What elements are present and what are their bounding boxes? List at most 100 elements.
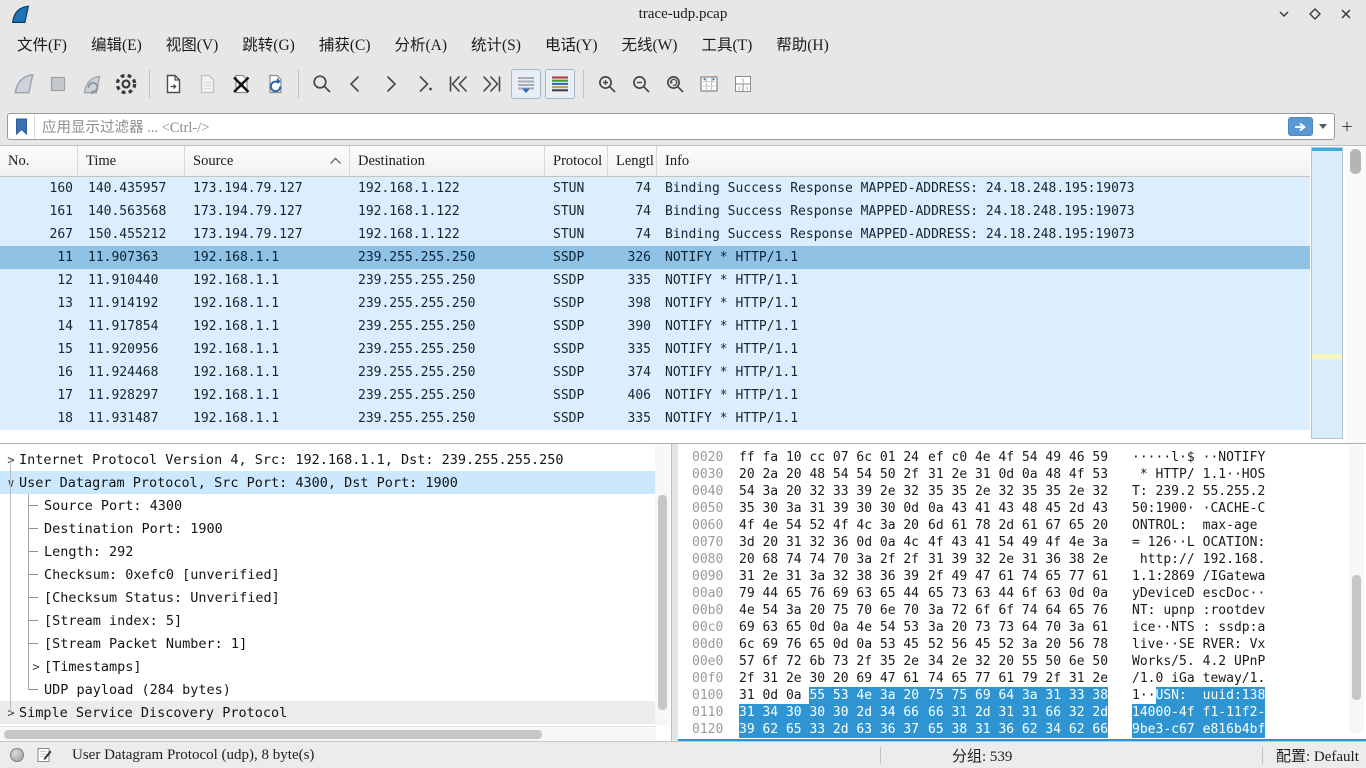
packet-row[interactable]: 1111.907363192.168.1.1239.255.255.250SSD… <box>0 246 1310 269</box>
hex-row[interactable]: 004054 3a 20 32 33 39 2e 3235 35 2e 32 3… <box>678 483 1366 500</box>
detail-row[interactable]: [Stream Packet Number: 1] <box>0 632 656 655</box>
minimize-icon[interactable] <box>1276 7 1292 21</box>
filter-bookmark-icon[interactable] <box>8 114 35 139</box>
detail-row[interactable]: ∨User Datagram Protocol, Src Port: 4300,… <box>0 471 656 494</box>
packet-row[interactable]: 1711.928297192.168.1.1239.255.255.250SSD… <box>0 384 1310 407</box>
packet-row[interactable]: 160140.435957173.194.79.127192.168.1.122… <box>0 177 1310 200</box>
expander-right-icon[interactable]: > <box>28 660 44 674</box>
expander-right-icon[interactable]: > <box>3 453 19 467</box>
menu-item[interactable]: 视图(V) <box>154 30 231 58</box>
packet-row[interactable]: 1211.910440192.168.1.1239.255.255.250SSD… <box>0 269 1310 292</box>
hex-row[interactable]: 00703d 20 31 32 36 0d 0a 4c4f 43 41 54 4… <box>678 534 1366 551</box>
details-horizontal-scrollbar-thumb[interactable] <box>4 730 542 739</box>
packet-list-vertical-scrollbar-thumb[interactable] <box>1350 149 1361 174</box>
hex-row[interactable]: 00d06c 69 76 65 0d 0a 53 4552 56 45 52 3… <box>678 636 1366 653</box>
hex-row[interactable]: 005035 30 3a 31 39 30 30 0d0a 43 41 43 4… <box>678 500 1366 517</box>
zoom-out-button[interactable] <box>626 69 656 99</box>
go-forward-button[interactable] <box>375 69 405 99</box>
detail-row[interactable]: >Internet Protocol Version 4, Src: 192.1… <box>0 448 656 471</box>
status-packet-count[interactable]: 分组: 539 <box>952 745 1012 766</box>
hex-row[interactable]: 00a079 44 65 76 69 63 65 4465 73 63 44 6… <box>678 585 1366 602</box>
expander-right-icon[interactable]: > <box>3 706 19 720</box>
close-file-button[interactable] <box>226 69 256 99</box>
hex-row[interactable]: 008020 68 74 74 70 3a 2f 2f31 39 32 2e 3… <box>678 551 1366 568</box>
hex-row[interactable]: 003020 2a 20 48 54 54 50 2f31 2e 31 0d 0… <box>678 466 1366 483</box>
column-header-no[interactable]: No. <box>0 146 78 176</box>
status-profile[interactable]: 配置: Default <box>1276 745 1359 766</box>
resize-columns-button[interactable] <box>694 69 724 99</box>
hex-row[interactable]: 012039 62 65 33 2d 63 36 3765 38 31 36 6… <box>678 721 1366 738</box>
first-packet-button[interactable] <box>443 69 473 99</box>
hex-row[interactable]: 00604f 4e 54 52 4f 4c 3a 206d 61 78 2d 6… <box>678 517 1366 534</box>
hex-row[interactable]: 010031 0d 0a 55 53 4e 3a 2075 75 69 64 3… <box>678 687 1366 704</box>
hex-row[interactable]: 011031 34 30 30 30 2d 34 6666 31 2d 31 3… <box>678 704 1366 721</box>
open-file-button[interactable] <box>158 69 188 99</box>
packet-row[interactable]: 1611.924468192.168.1.1239.255.255.250SSD… <box>0 361 1310 384</box>
hex-row[interactable]: 0020ff fa 10 cc 07 6c 01 24ef c0 4e 4f 5… <box>678 449 1366 466</box>
filter-history-dropdown-icon[interactable] <box>1317 117 1329 136</box>
bytes-vertical-scrollbar[interactable] <box>1349 445 1364 733</box>
menu-item[interactable]: 跳转(G) <box>230 30 307 58</box>
detail-row[interactable]: Checksum: 0xefc0 [unverified] <box>0 563 656 586</box>
close-icon[interactable] <box>1338 7 1354 21</box>
detail-row[interactable]: >Simple Service Discovery Protocol <box>0 701 656 724</box>
details-vertical-scrollbar[interactable] <box>655 445 670 725</box>
hex-row[interactable]: 00f02f 31 2e 30 20 69 47 6174 65 77 61 7… <box>678 670 1366 687</box>
packet-row[interactable]: 1311.914192192.168.1.1239.255.255.250SSD… <box>0 292 1310 315</box>
zoom-reset-button[interactable] <box>660 69 690 99</box>
menu-item[interactable]: 统计(S) <box>459 30 533 58</box>
menu-item[interactable]: 帮助(H) <box>764 30 841 58</box>
packet-row[interactable]: 161140.563568173.194.79.127192.168.1.122… <box>0 200 1310 223</box>
go-to-packet-button[interactable] <box>409 69 439 99</box>
expert-info-icon[interactable] <box>10 748 24 762</box>
go-back-button[interactable] <box>341 69 371 99</box>
packet-row[interactable]: 1811.931487192.168.1.1239.255.255.250SSD… <box>0 407 1310 430</box>
menu-item[interactable]: 工具(T) <box>689 30 764 58</box>
menu-item[interactable]: 捕获(C) <box>307 30 383 58</box>
hex-row[interactable]: 00c069 63 65 0d 0a 4e 54 533a 20 73 73 6… <box>678 619 1366 636</box>
bytes-vertical-scrollbar-thumb[interactable] <box>1352 575 1361 700</box>
column-header-destination[interactable]: Destination <box>350 146 545 176</box>
last-packet-button[interactable] <box>477 69 507 99</box>
menu-item[interactable]: 编辑(E) <box>79 30 154 58</box>
layout-button[interactable]: 123 <box>728 69 758 99</box>
column-header-protocol[interactable]: Protocol <box>545 146 608 176</box>
detail-row[interactable]: [Checksum Status: Unverified] <box>0 586 656 609</box>
auto-scroll-button[interactable] <box>511 69 541 99</box>
hex-row[interactable]: 009031 2e 31 3a 32 38 36 392f 49 47 61 7… <box>678 568 1366 585</box>
menu-item[interactable]: 无线(W) <box>610 30 690 58</box>
reload-file-button[interactable] <box>260 69 290 99</box>
packet-list-minimap[interactable] <box>1311 147 1343 439</box>
packet-row[interactable]: 1511.920956192.168.1.1239.255.255.250SSD… <box>0 338 1310 361</box>
column-header-info[interactable]: Info <box>657 146 1310 176</box>
packet-row[interactable]: 267150.455212173.194.79.127192.168.1.122… <box>0 223 1310 246</box>
hex-row[interactable]: 00e057 6f 72 6b 73 2f 35 2e34 2e 32 20 5… <box>678 653 1366 670</box>
column-header-length[interactable]: Lengtl <box>608 146 657 176</box>
hex-row[interactable]: 00b04e 54 3a 20 75 70 6e 703a 72 6f 6f 7… <box>678 602 1366 619</box>
detail-row[interactable]: Destination Port: 1900 <box>0 517 656 540</box>
zoom-in-button[interactable] <box>592 69 622 99</box>
menu-item[interactable]: 文件(F) <box>5 30 79 58</box>
find-packet-button[interactable] <box>307 69 337 99</box>
maximize-icon[interactable] <box>1307 7 1323 21</box>
detail-row[interactable]: Length: 292 <box>0 540 656 563</box>
menu-item[interactable]: 电话(Y) <box>533 30 610 58</box>
colorize-button[interactable] <box>545 69 575 99</box>
detail-row[interactable]: [Stream index: 5] <box>0 609 656 632</box>
detail-row[interactable]: Source Port: 4300 <box>0 494 656 517</box>
capture-comment-icon[interactable] <box>37 747 52 763</box>
details-horizontal-scrollbar[interactable] <box>0 726 656 741</box>
column-header-source[interactable]: Source <box>185 146 350 176</box>
display-filter-input[interactable]: 应用显示过滤器 ... <Ctrl-/> <box>7 113 1335 140</box>
expander-down-icon[interactable]: ∨ <box>3 476 19 490</box>
capture-options-button[interactable] <box>111 69 141 99</box>
apply-filter-button[interactable] <box>1288 117 1313 136</box>
detail-row[interactable]: >[Timestamps] <box>0 655 656 678</box>
add-filter-button-icon[interactable]: + <box>1335 115 1359 139</box>
col-info: NOTIFY * HTTP/1.1 <box>657 292 1310 315</box>
details-vertical-scrollbar-thumb[interactable] <box>658 495 667 710</box>
menu-item[interactable]: 分析(A) <box>382 30 459 58</box>
column-header-time[interactable]: Time <box>78 146 185 176</box>
detail-row[interactable]: UDP payload (284 bytes) <box>0 678 656 701</box>
packet-row[interactable]: 1411.917854192.168.1.1239.255.255.250SSD… <box>0 315 1310 338</box>
